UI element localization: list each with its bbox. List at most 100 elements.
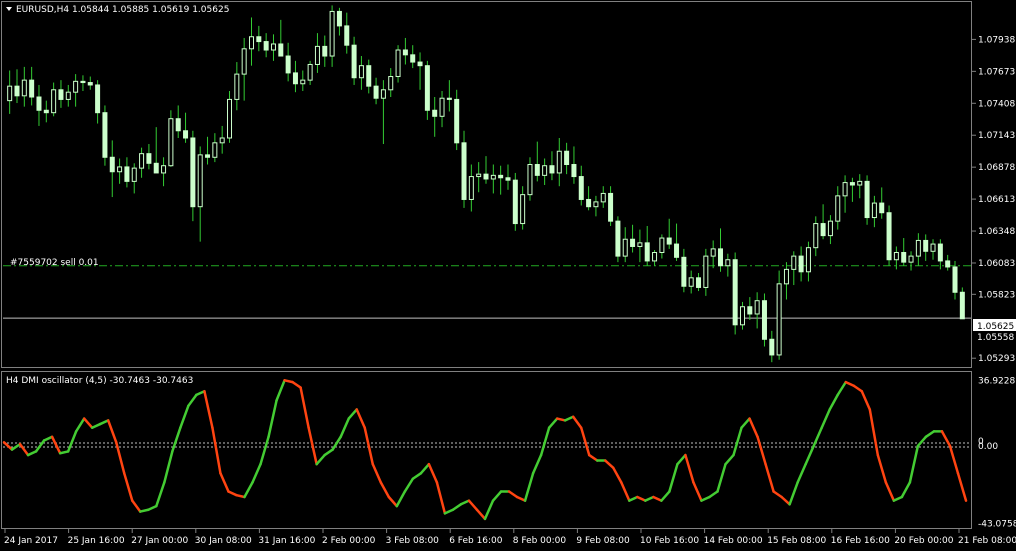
bear-candle [432, 109, 438, 117]
bull-candle [131, 167, 137, 182]
bear-candle [564, 150, 570, 166]
time-label: 15 Feb 08:00 [767, 536, 826, 546]
time-label: 8 Feb 00:00 [513, 536, 567, 546]
bull-candle [270, 43, 276, 51]
time-label: 10 Feb 16:00 [640, 536, 699, 546]
bear-candle [446, 97, 452, 100]
bull-candle [219, 137, 225, 144]
bear-candle [952, 266, 958, 293]
bear-candle [417, 61, 423, 67]
bull-candle [835, 195, 841, 222]
bull-candle [915, 239, 921, 257]
bear-candle [769, 338, 775, 356]
price-label: 1.07143 [978, 131, 1015, 141]
time-label: 30 Jan 08:00 [195, 536, 252, 546]
time-label: 14 Feb 00:00 [704, 536, 763, 546]
bear-candle [29, 79, 35, 98]
bull-candle [637, 242, 643, 247]
chart-background [0, 0, 1016, 551]
bull-candle [813, 223, 819, 249]
bear-candle [886, 212, 892, 261]
hidden-price-label: 1.05558 [977, 333, 1014, 343]
bear-candle [615, 220, 621, 257]
bear-candle [718, 248, 724, 267]
bear-candle [461, 142, 467, 200]
bull-candle [783, 268, 789, 285]
bear-candle [549, 165, 555, 174]
bull-candle [388, 76, 394, 91]
symbol-header: EURUSD,H4 1.05844 1.05885 1.05619 1.0562… [6, 5, 229, 15]
bull-candle [659, 237, 665, 253]
price-label: 1.06083 [978, 259, 1015, 269]
bull-candle [21, 79, 27, 97]
bear-candle [696, 277, 702, 288]
bear-candle [124, 166, 130, 182]
bull-candle [139, 153, 145, 169]
symbol-header-text: EURUSD,H4 1.05844 1.05885 1.05619 1.0562… [16, 5, 230, 15]
bear-candle [747, 306, 753, 315]
bear-candle [285, 55, 291, 74]
bear-candle [864, 180, 870, 219]
bull-candle [314, 45, 320, 65]
bull-candle [827, 220, 833, 237]
bear-candle [344, 25, 350, 46]
price-label: 1.06878 [978, 163, 1015, 173]
time-label: 6 Feb 16:00 [449, 536, 503, 546]
oscillator-label: -43.0758 [978, 519, 1016, 529]
bear-candle [14, 85, 20, 97]
bull-candle [248, 36, 254, 50]
bull-candle [520, 194, 526, 225]
current-price-label: 1.05625 [977, 322, 1014, 332]
time-label: 2 Feb 00:00 [322, 536, 376, 546]
bear-candle [36, 96, 42, 111]
bull-candle [600, 192, 606, 203]
bear-candle [43, 109, 49, 114]
bull-candle [168, 118, 174, 167]
bear-candle [879, 202, 885, 214]
bear-candle [937, 243, 943, 262]
bull-candle [490, 174, 496, 180]
bull-candle [593, 201, 599, 208]
bear-candle [674, 243, 680, 258]
bull-candle [395, 49, 401, 78]
bear-candle [102, 112, 108, 158]
bull-candle [703, 255, 709, 288]
bull-candle [688, 277, 694, 287]
time-label: 21 Feb 08:00 [958, 536, 1016, 546]
oscillator-label: 36.9228 [978, 377, 1015, 387]
indicator-header: H4 DMI oscillator (4,5) -30.7463 -30.746… [6, 376, 194, 386]
bear-candle [849, 182, 855, 186]
bear-candle [608, 192, 614, 222]
bear-candle [366, 65, 372, 87]
bear-candle [410, 54, 416, 63]
caret-down-icon[interactable] [6, 7, 12, 11]
bull-candle [358, 65, 364, 79]
bull-candle [73, 80, 79, 93]
bull-candle [622, 238, 628, 257]
bull-candle [7, 85, 13, 102]
chart-canvas[interactable]: 1.07938 1.07673 1.07408 1.07143 1.06878 1.066… [0, 0, 1016, 551]
time-label: 9 Feb 08:00 [576, 536, 630, 546]
bear-candle [153, 162, 159, 174]
bull-candle [527, 164, 533, 196]
bear-candle [512, 179, 518, 225]
bull-candle [329, 10, 335, 57]
time-label: 25 Jan 16:00 [68, 536, 125, 546]
bear-candle [146, 153, 152, 164]
bull-candle [51, 89, 57, 114]
bull-candle [307, 63, 313, 81]
bear-candle [205, 154, 211, 158]
bull-candle [871, 202, 877, 219]
bear-candle [571, 164, 577, 178]
price-label: 1.05293 [978, 354, 1015, 364]
bear-candle [424, 65, 430, 111]
time-label: 24 Jan 2017 [4, 536, 58, 546]
bull-candle [739, 306, 745, 326]
price-label: 1.07938 [978, 35, 1015, 45]
bull-candle [754, 300, 760, 315]
bear-candle [959, 291, 965, 320]
bull-candle [161, 165, 167, 174]
order-label[interactable]: #7559702 sell 0.01 [10, 258, 99, 268]
bear-candle [190, 137, 196, 208]
current-price-tag: 1.05625 1.05558 [973, 319, 1016, 343]
